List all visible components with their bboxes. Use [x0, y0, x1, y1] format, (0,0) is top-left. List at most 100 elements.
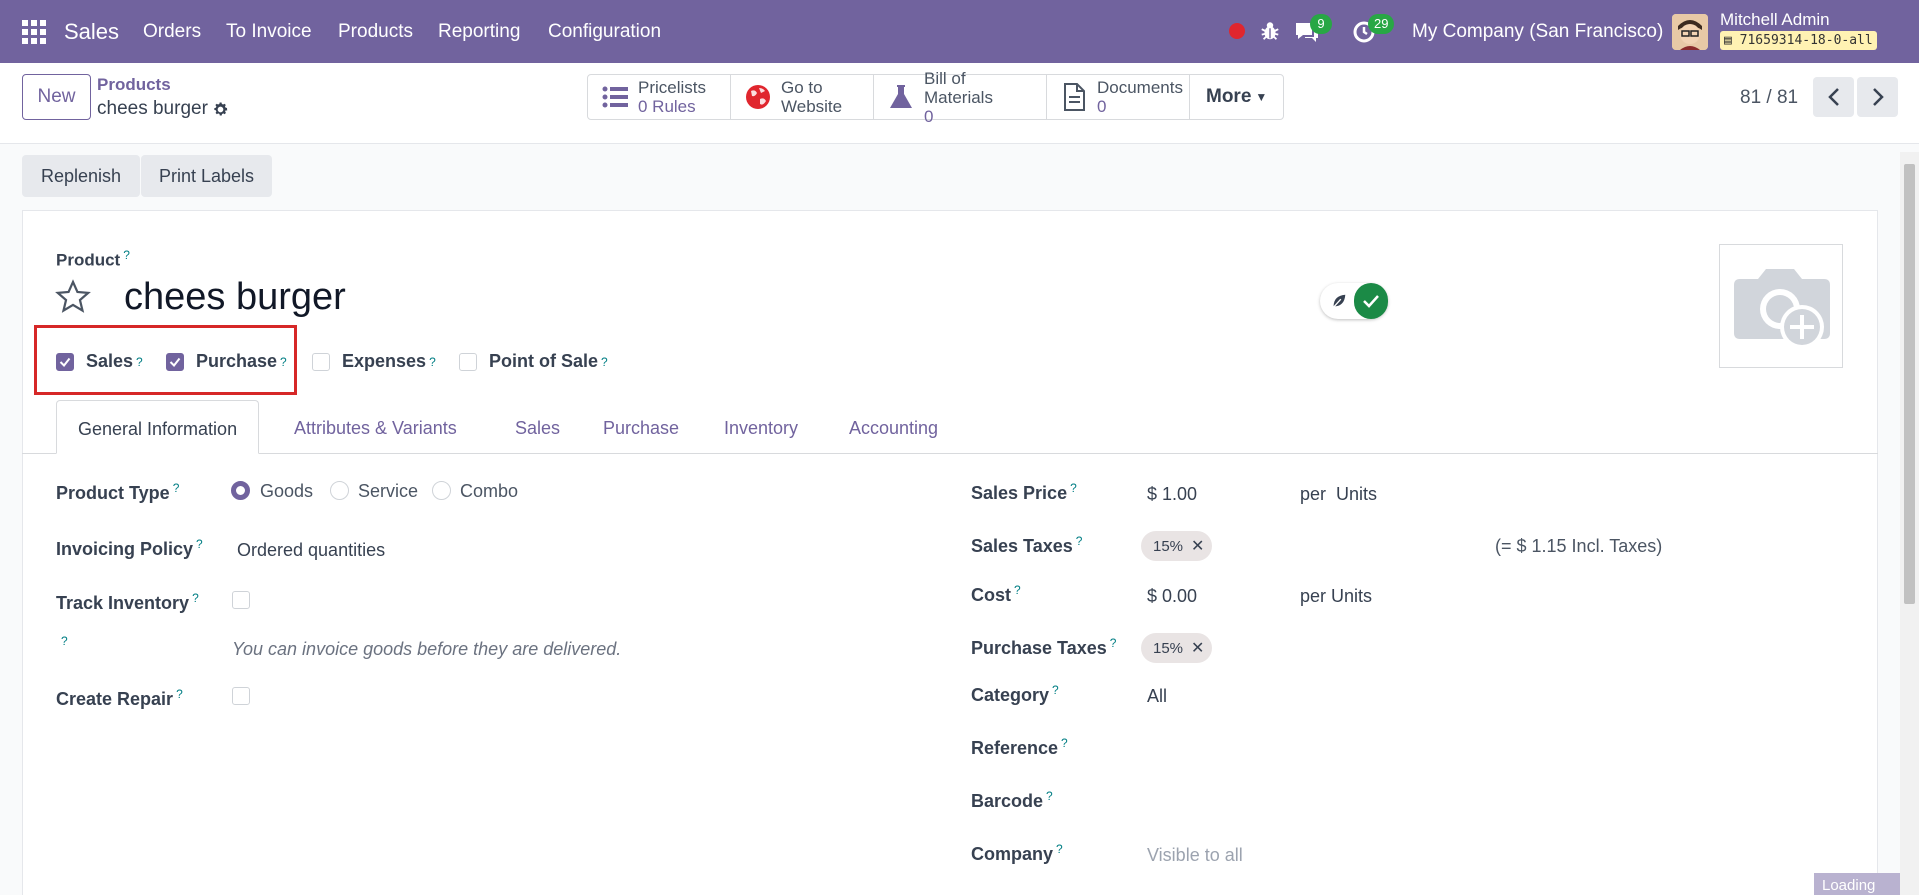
company-switcher[interactable]: My Company (San Francisco) [1412, 21, 1663, 43]
help-icon[interactable]: ? [601, 355, 608, 369]
create-repair-checkbox[interactable] [232, 687, 250, 705]
tab-accounting[interactable]: Accounting [849, 418, 938, 439]
barcode-label: Barcode? [971, 789, 1053, 812]
help-icon[interactable]: ? [1061, 736, 1068, 750]
chat-count-badge: 9 [1310, 14, 1332, 34]
go-to-website-smart-button[interactable]: Go to Website [731, 75, 874, 119]
help-icon[interactable]: ? [1076, 534, 1083, 548]
help-icon[interactable]: ? [123, 248, 130, 262]
pricelists-smart-button[interactable]: Pricelists 0 Rules [588, 75, 731, 119]
user-avatar[interactable] [1672, 14, 1708, 50]
barcode-input[interactable] [1147, 789, 1447, 813]
radio-goods[interactable] [231, 481, 250, 500]
sales-tax-tag[interactable]: 15% ✕ [1141, 531, 1213, 561]
gear-icon[interactable] [212, 101, 229, 118]
menu-products[interactable]: Products [338, 21, 413, 43]
help-icon[interactable]: ? [1052, 683, 1059, 697]
radio-goods-label[interactable]: Goods [260, 481, 313, 502]
tab-inventory[interactable]: Inventory [724, 418, 798, 439]
purchase-taxes-label-text: Purchase Taxes [971, 638, 1107, 658]
product-image-upload[interactable] [1719, 244, 1843, 368]
new-button[interactable]: New [22, 74, 91, 120]
smart-buttons: Pricelists 0 Rules Go to Website Bill of… [587, 69, 1285, 126]
more-dropdown-button[interactable]: More ▼ [1190, 75, 1283, 119]
scrollbar-thumb[interactable] [1904, 164, 1915, 604]
cost-unit: per Units [1300, 586, 1373, 606]
category-select[interactable]: All [1147, 686, 1167, 707]
help-icon[interactable]: ? [1056, 842, 1063, 856]
help-icon[interactable]: ? [196, 537, 203, 551]
help-icon[interactable]: ? [1070, 481, 1077, 495]
sales-price-label: Sales Price? [971, 481, 1077, 504]
top-navbar: Sales Orders To Invoice Products Reporti… [0, 0, 1919, 63]
app-grid-icon[interactable] [22, 20, 46, 44]
product-label-text: Product [56, 250, 121, 270]
documents-smart-button[interactable]: Documents 0 [1047, 75, 1190, 119]
pager-next-button[interactable] [1857, 77, 1898, 117]
reference-input[interactable] [1147, 736, 1447, 760]
bom-count: 0 [924, 106, 934, 126]
tab-attributes-variants[interactable]: Attributes & Variants [294, 418, 457, 439]
product-type-label-text: Product Type [56, 483, 170, 503]
app-name[interactable]: Sales [64, 19, 119, 45]
cost-label: Cost? [971, 583, 1021, 606]
menu-reporting[interactable]: Reporting [438, 21, 520, 43]
help-icon[interactable]: ? [176, 687, 183, 701]
invoicing-hint-text: You can invoice goods before they are de… [232, 639, 622, 659]
tab-purchase[interactable]: Purchase [603, 418, 679, 439]
company-select[interactable]: Visible to all [1147, 845, 1243, 866]
help-icon[interactable]: ? [192, 591, 199, 605]
help-icon[interactable]: ? [1014, 583, 1021, 597]
help-icon[interactable]: ? [429, 355, 436, 369]
cost-label-text: Cost [971, 585, 1011, 605]
product-label: Product? [56, 248, 130, 271]
radio-combo-label[interactable]: Combo [460, 481, 518, 502]
product-name-field[interactable]: chees burger [124, 276, 346, 319]
track-inventory-checkbox[interactable] [232, 591, 250, 609]
breadcrumb-products[interactable]: Products [97, 75, 171, 95]
sales-taxes-label: Sales Taxes? [971, 534, 1082, 557]
camera-add-icon [1734, 269, 1830, 349]
pager-previous-button[interactable] [1813, 77, 1854, 117]
help-icon[interactable]: ? [173, 481, 180, 495]
list-icon [602, 86, 628, 108]
radio-service-label[interactable]: Service [358, 481, 418, 502]
radio-combo[interactable] [432, 481, 451, 500]
expenses-checkbox[interactable] [312, 352, 330, 371]
print-labels-button[interactable]: Print Labels [141, 155, 272, 197]
debug-bug-icon[interactable] [1259, 20, 1281, 42]
pager-value[interactable]: 81 / 81 [1740, 87, 1798, 109]
invoicing-policy-select[interactable]: Ordered quantities [237, 540, 385, 561]
cost-input[interactable]: $ 0.00 [1147, 586, 1197, 607]
vertical-scrollbar[interactable] [1900, 152, 1919, 895]
help-icon[interactable]: ? [1046, 789, 1053, 803]
menu-configuration[interactable]: Configuration [548, 21, 661, 43]
radio-service[interactable] [330, 481, 349, 500]
remove-tag-icon[interactable]: ✕ [1191, 638, 1204, 658]
sales-price-input[interactable]: $ 1.00 [1147, 484, 1197, 505]
replenish-button[interactable]: Replenish [22, 155, 140, 197]
purchase-tax-tag[interactable]: 15% ✕ [1141, 633, 1213, 663]
point-of-sale-checkbox[interactable] [459, 352, 477, 371]
favorite-star-icon[interactable] [54, 278, 92, 316]
highlight-annotation-box [34, 325, 297, 395]
help-icon[interactable]: ? [1110, 636, 1117, 650]
recording-icon[interactable] [1229, 23, 1245, 39]
tab-general-information[interactable]: General Information [56, 400, 260, 454]
user-name[interactable]: Mitchell Admin [1720, 10, 1830, 30]
category-label-text: Category [971, 685, 1050, 705]
remove-tag-icon[interactable]: ✕ [1191, 536, 1204, 556]
active-toggle[interactable] [1320, 283, 1388, 319]
help-icon[interactable]: ? [61, 634, 68, 648]
loading-indicator: Loading (0) [1814, 873, 1900, 895]
database-name-chip: ▤ 71659314-18-0-all [1720, 31, 1877, 50]
menu-orders[interactable]: Orders [143, 21, 201, 43]
menu-to-invoice[interactable]: To Invoice [226, 21, 312, 43]
incl-taxes-text: (= $ 1.15 Incl. Taxes) [1495, 536, 1663, 556]
bill-of-materials-smart-button[interactable]: Bill of Materials 0 [874, 69, 1047, 126]
avatar-face-icon [1672, 14, 1708, 50]
flag-expenses[interactable]: Expenses? [312, 351, 436, 372]
tab-sales[interactable]: Sales [515, 418, 560, 439]
flag-point-of-sale[interactable]: Point of Sale? [459, 351, 608, 372]
breadcrumb-current-record: chees burger [97, 98, 208, 119]
